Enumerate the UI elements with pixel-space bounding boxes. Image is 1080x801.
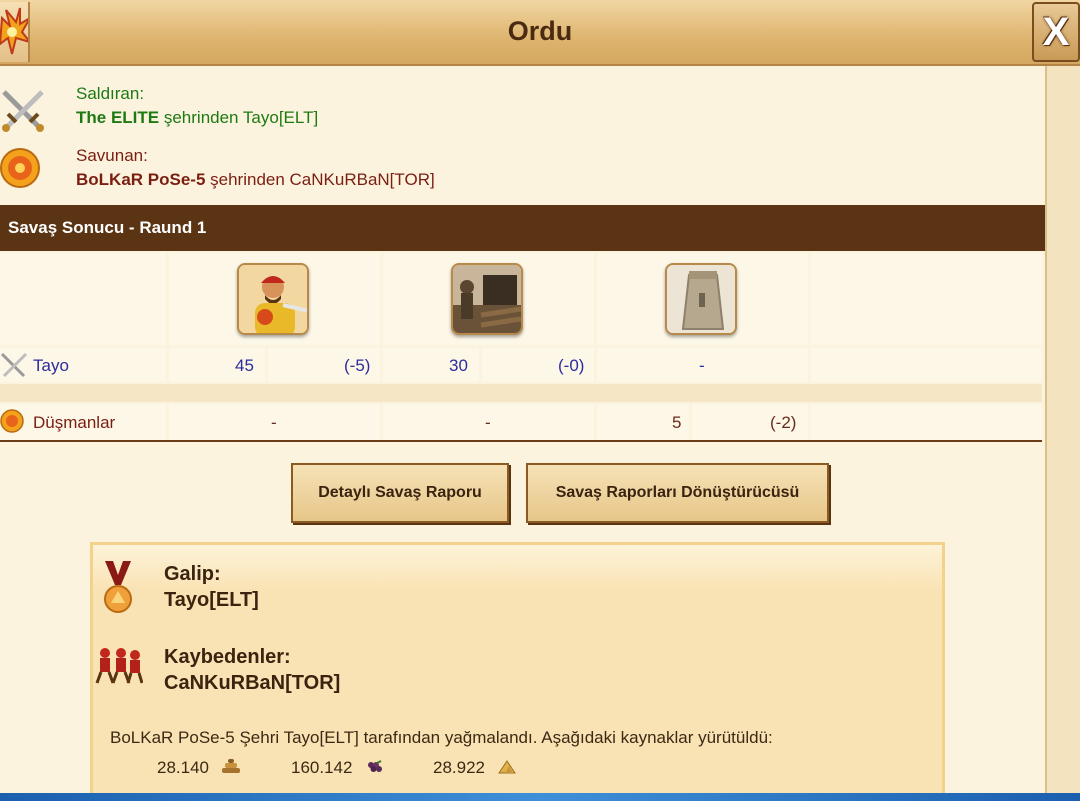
table-header-empty xyxy=(0,253,166,345)
tayo-unit1-loss: (-5) xyxy=(344,356,371,375)
losers-name[interactable]: CaNKuRBaN[TOR] xyxy=(164,672,340,695)
marble-icon xyxy=(497,759,517,775)
row-name-enemies[interactable]: Düşmanlar xyxy=(33,413,115,433)
window-title: Ordu xyxy=(507,16,573,46)
report-converter-button[interactable]: Savaş Raporları Dönüştürücüsü xyxy=(526,463,829,523)
plunder-message: BoLKaR PoSe-5 Şehri Tayo[ELT] tarafından… xyxy=(110,728,773,747)
battle-report-content: Saldıran: The ELITE şehrinden Tayo[ELT] … xyxy=(0,66,1045,801)
resource-amount-wine: 160.142 xyxy=(291,758,353,777)
attacker-info: The ELITE şehrinden Tayo[ELT] xyxy=(76,108,318,128)
crossed-swords-icon xyxy=(0,352,28,383)
enemies-unit2-cell: - xyxy=(383,404,594,440)
table-header-extra xyxy=(811,253,1042,345)
enemies-unit1-cell: - xyxy=(169,404,380,440)
tayo-unit2-count-cell: 30 xyxy=(383,348,479,382)
bottom-bar xyxy=(0,793,1080,801)
medal-icon xyxy=(101,561,135,620)
tayo-unit2-loss-cell: (-0) xyxy=(482,348,594,382)
row-enemies-name-cell: Düşmanlar xyxy=(0,404,166,440)
resource-amount-marble: 28.922 xyxy=(433,758,485,777)
close-button[interactable]: X xyxy=(1032,2,1080,62)
enemies-unit3-loss: (-2) xyxy=(770,413,797,432)
enemies-unit2-count: - xyxy=(485,413,491,432)
row-tayo-name-cell: Tayo xyxy=(0,348,166,382)
wood-icon xyxy=(221,759,241,775)
enemies-extra-cell xyxy=(811,404,1042,440)
enemies-unit3-count-cell: 5 xyxy=(597,404,689,440)
catapult-unit-icon[interactable] xyxy=(451,263,523,335)
battle-outcome-panel: Galip: Tayo[ELT] Kaybedenler: CaNKuRBaN[… xyxy=(90,542,945,801)
losers-label: Kaybedenler: xyxy=(164,646,291,668)
crossed-swords-icon xyxy=(0,88,44,132)
enemies-unit3-loss-cell: (-2) xyxy=(692,404,808,440)
tayo-unit1-count: 45 xyxy=(235,356,254,375)
defender-label: Savunan: xyxy=(76,146,148,165)
defender-city[interactable]: BoLKaR PoSe-5 xyxy=(76,170,205,189)
wall-tower-icon[interactable] xyxy=(665,263,737,335)
tayo-unit3-cell: - xyxy=(597,348,808,382)
shield-icon xyxy=(0,148,42,190)
attacker-city[interactable]: The ELITE xyxy=(76,108,159,127)
winner-name[interactable]: Tayo[ELT] xyxy=(164,589,259,612)
table-bottom-divider xyxy=(0,440,1042,442)
battle-result-header: Savaş Sonucu - Raund 1 xyxy=(0,205,1045,251)
row-spacer xyxy=(0,384,1042,402)
attacker-label: Saldıran: xyxy=(76,84,145,103)
tayo-unit1-loss-cell: (-5) xyxy=(268,348,380,382)
tayo-extra-cell xyxy=(811,348,1042,382)
shield-icon xyxy=(0,408,26,439)
attacker-section: Saldıran: The ELITE şehrinden Tayo[ELT] xyxy=(0,78,1045,138)
unit-column-1 xyxy=(169,253,380,345)
unit-column-2 xyxy=(383,253,594,345)
defender-section: Savunan: BoLKaR PoSe-5 şehrinden CaNKuRB… xyxy=(0,138,1045,198)
enemies-unit3-count: 5 xyxy=(672,413,682,432)
row-name-tayo[interactable]: Tayo xyxy=(33,356,69,376)
tayo-unit2-count: 30 xyxy=(449,356,468,375)
unit-column-3 xyxy=(597,253,808,345)
defender-info: BoLKaR PoSe-5 şehrinden CaNKuRBaN[TOR] xyxy=(76,170,435,190)
attacker-player[interactable]: şehrinden Tayo[ELT] xyxy=(159,108,318,127)
scrollbar[interactable] xyxy=(1045,66,1080,793)
wine-grapes-icon xyxy=(365,759,385,775)
winner-label: Galip: xyxy=(164,563,221,585)
tayo-unit1-count-cell: 45 xyxy=(169,348,265,382)
detailed-report-button[interactable]: Detaylı Savaş Raporu xyxy=(291,463,509,523)
defender-player[interactable]: şehrinden CaNKuRBaN[TOR] xyxy=(205,170,435,189)
resource-amount-wood: 28.140 xyxy=(157,758,209,777)
defeated-soldiers-icon xyxy=(95,645,144,692)
window-titlebar: Ordu X xyxy=(0,0,1080,66)
tayo-unit3-count: - xyxy=(699,356,705,375)
enemies-unit1-count: - xyxy=(271,413,277,432)
slinger-unit-icon[interactable] xyxy=(237,263,309,335)
tayo-unit2-loss: (-0) xyxy=(558,356,585,375)
